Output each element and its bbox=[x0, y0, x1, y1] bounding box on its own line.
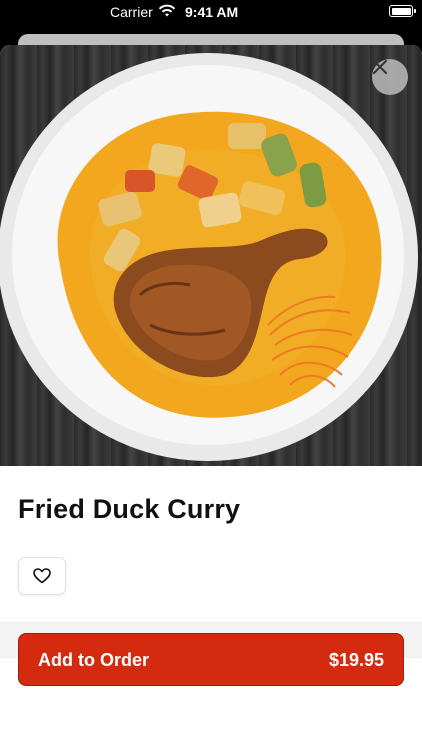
dish-illustration bbox=[0, 53, 418, 461]
heart-icon bbox=[33, 568, 51, 584]
battery-icon bbox=[389, 5, 416, 17]
close-icon bbox=[373, 60, 387, 74]
favorite-button[interactable] bbox=[18, 557, 66, 595]
close-button[interactable] bbox=[372, 59, 408, 95]
status-bar: Carrier 9:41 AM bbox=[0, 0, 422, 24]
food-photo bbox=[0, 45, 422, 466]
wifi-icon bbox=[158, 4, 176, 17]
add-to-order-button[interactable]: Add to Order $19.95 bbox=[18, 633, 404, 686]
carrier-label: Carrier bbox=[110, 4, 153, 20]
item-title: Fried Duck Curry bbox=[18, 494, 241, 524]
price-label: $19.95 bbox=[328, 650, 384, 670]
clock: 9:41 AM bbox=[185, 4, 239, 20]
add-to-order-label: Add to Order bbox=[38, 650, 149, 670]
